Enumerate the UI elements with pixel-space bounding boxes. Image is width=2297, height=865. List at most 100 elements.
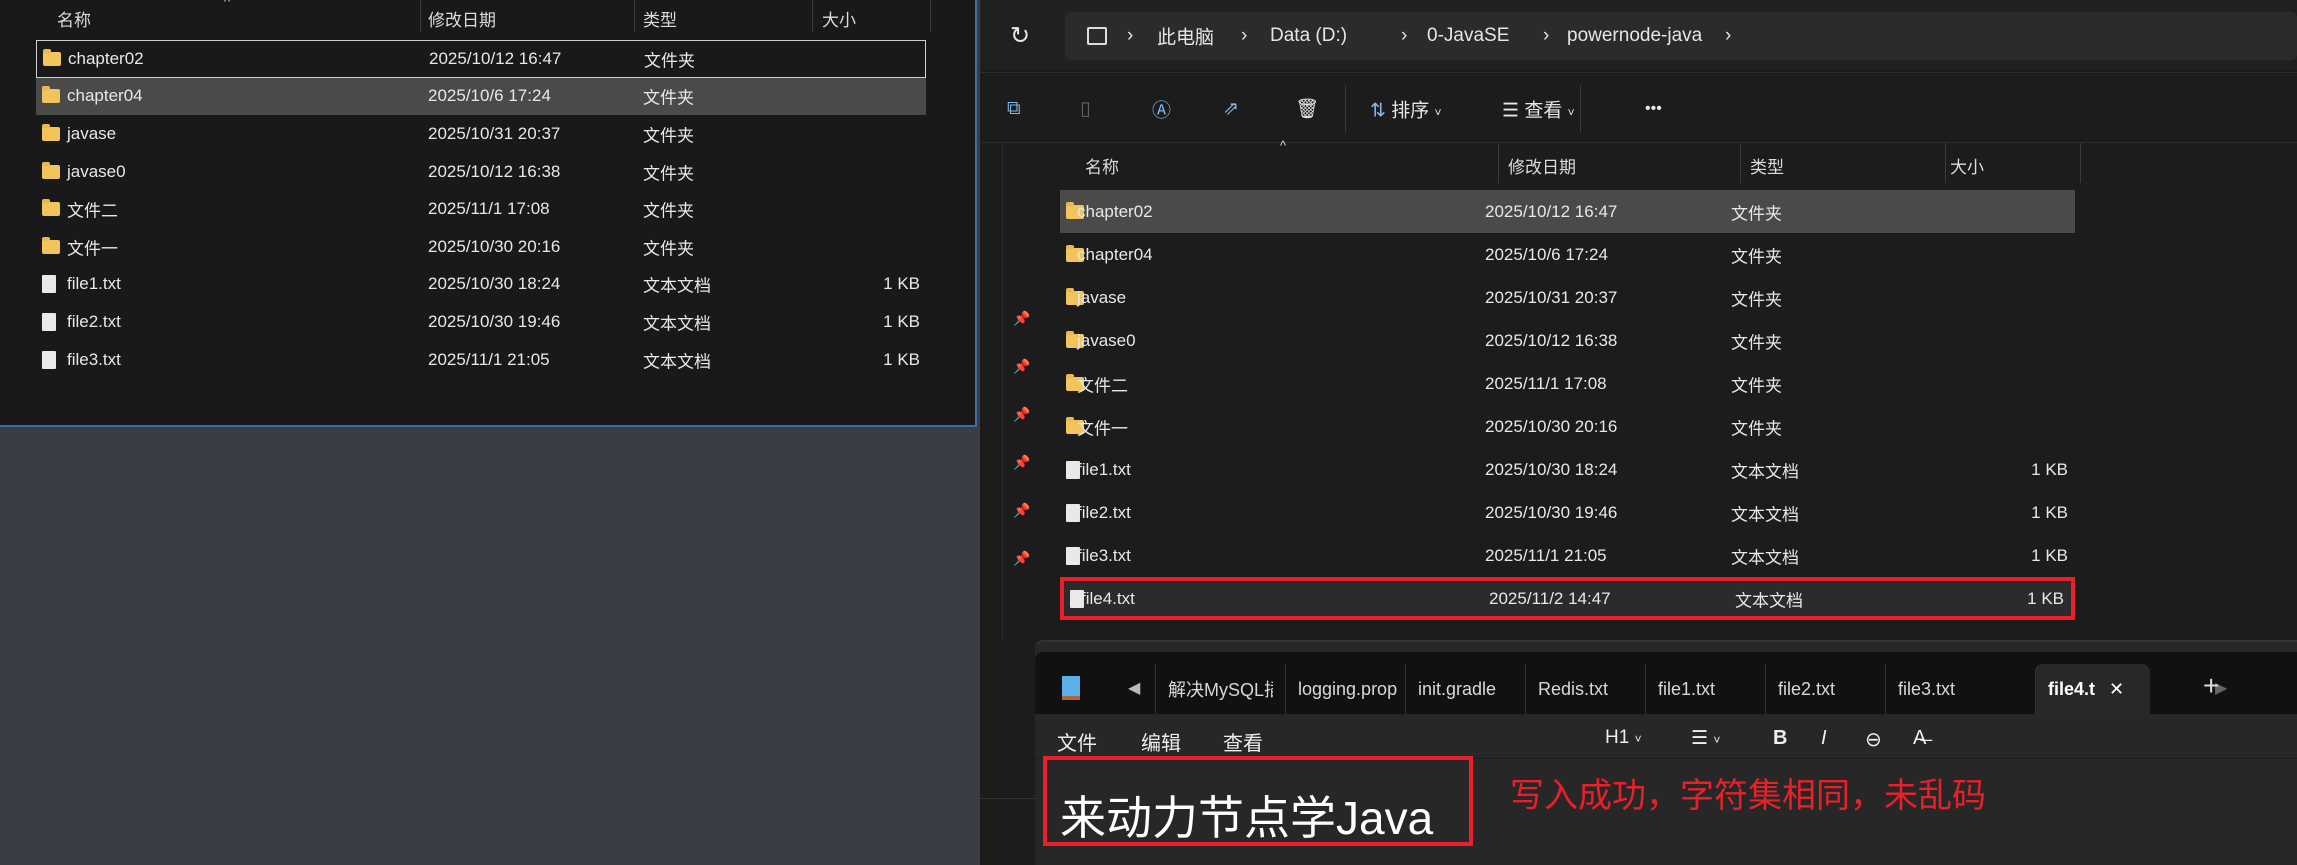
file-row[interactable]: 文件二 2025/11/1 17:08 文件夹 (36, 190, 926, 228)
file-date: 2025/10/12 16:47 (1485, 201, 1618, 221)
column-header-name[interactable]: 名称 (57, 6, 91, 31)
editor-content[interactable]: 来动力节点学Java (1060, 782, 1433, 848)
tab[interactable]: file1.txt (1645, 664, 1763, 714)
file-type: 文件夹 (643, 88, 694, 108)
menu-view[interactable]: 查看 (1223, 727, 1263, 756)
file-row[interactable]: file3.txt 2025/11/1 21:05 文本文档 1 KB (1060, 534, 2075, 577)
column-header-size[interactable]: 大小 (1950, 153, 1984, 178)
tab[interactable]: file2.txt (1765, 664, 1883, 714)
file-name: file1.txt (1077, 459, 1131, 479)
heading-label: H1 (1605, 727, 1630, 748)
menu-edit[interactable]: 编辑 (1141, 727, 1181, 756)
file-row[interactable]: javase 2025/10/31 20:37 文件夹 (1060, 276, 2075, 319)
more-options-button[interactable]: ••• (1645, 100, 1662, 118)
column-header-size[interactable]: 大小 (822, 6, 856, 31)
file-row[interactable]: 文件一 2025/10/30 20:16 文件夹 (1060, 405, 2075, 448)
file-size: 1 KB (883, 311, 920, 331)
file-date: 2025/10/30 18:24 (428, 274, 561, 294)
file-row[interactable]: file2.txt 2025/10/30 19:46 文本文档 1 KB (36, 303, 926, 341)
notepad-app-icon (1062, 676, 1080, 700)
column-header-date[interactable]: 修改日期 (1508, 153, 1576, 178)
file-row[interactable]: chapter04 2025/10/6 17:24 文件夹 (36, 77, 926, 116)
file-name: 文件一 (1077, 419, 1128, 438)
file-type: 文件夹 (1731, 376, 1782, 395)
tab[interactable]: file3.txt (1885, 664, 2003, 714)
file-date: 2025/11/1 17:08 (1485, 373, 1607, 393)
column-header-date[interactable]: 修改日期 (428, 6, 496, 31)
file-type: 文本文档 (1731, 462, 1799, 481)
pin-icon[interactable]: 📌 (1013, 406, 1030, 423)
italic-icon[interactable]: I (1821, 727, 1827, 750)
sort-button[interactable]: ⇅ 排序 ˅ (1370, 96, 1442, 123)
file-row[interactable]: file3.txt 2025/11/1 21:05 文本文档 1 KB (36, 341, 926, 379)
new-tab-button[interactable]: + (2203, 670, 2219, 702)
file-type: 文本文档 (643, 314, 711, 334)
file-row[interactable]: chapter02 2025/10/12 16:47 文件夹 (1060, 190, 2075, 233)
scroll-tabs-left-icon[interactable]: ◀ (1128, 678, 1140, 698)
pin-icon[interactable]: 📌 (1013, 358, 1030, 375)
file-date: 2025/10/30 19:46 (428, 311, 561, 331)
tab[interactable]: 解决MySQL插 (1155, 664, 1273, 714)
column-header-type[interactable]: 类型 (1750, 153, 1784, 178)
tab[interactable]: init.gradle (1405, 664, 1523, 714)
list-view-icon: ☰ (1502, 100, 1520, 122)
breadcrumb-item[interactable]: 此电脑 (1157, 23, 1214, 50)
text-file-icon (42, 350, 56, 369)
bold-icon[interactable]: B (1773, 727, 1787, 750)
file-date: 2025/11/1 17:08 (428, 199, 550, 219)
tab-active[interactable]: file4.t ✕ (2035, 664, 2150, 714)
file-row[interactable]: javase0 2025/10/12 16:38 文件夹 (36, 153, 926, 191)
file-row[interactable]: 文件一 2025/10/30 20:16 文件夹 (36, 228, 926, 266)
file-row[interactable]: 文件二 2025/11/1 17:08 文件夹 (1060, 362, 2075, 405)
menu-file[interactable]: 文件 (1057, 727, 1097, 756)
paste-icon[interactable]: ▯ (1080, 98, 1090, 121)
file-row[interactable]: file1.txt 2025/10/30 18:24 文本文档 1 KB (1060, 448, 2075, 491)
file-date: 2025/10/30 20:16 (428, 236, 561, 256)
chevron-right-icon[interactable]: › (1725, 25, 1731, 47)
breadcrumb-item[interactable]: powernode-java (1567, 25, 1702, 47)
breadcrumb-item[interactable]: Data (D:) (1270, 25, 1347, 47)
file-size: 1 KB (2027, 588, 2064, 608)
file-row[interactable]: file4.txt 2025/11/2 14:47 文本文档 1 KB (1060, 577, 2075, 620)
breadcrumb-item[interactable]: 0-JavaSE (1427, 25, 1509, 47)
sort-ascending-icon: ^ (224, 0, 231, 9)
close-tab-icon[interactable]: ✕ (2109, 679, 2124, 700)
spellcheck-icon[interactable]: A̶ (1913, 727, 1926, 750)
tab-label: file3.txt (1898, 678, 1956, 699)
file-date: 2025/10/12 16:38 (1485, 330, 1618, 350)
file-row[interactable]: file1.txt 2025/10/30 18:24 文本文档 1 KB (36, 266, 926, 304)
heading-dropdown[interactable]: H1 ˅ (1605, 727, 1642, 749)
tab[interactable]: logging.prop (1285, 664, 1403, 714)
tab[interactable]: Redis.txt (1525, 664, 1643, 714)
copy-icon[interactable]: ⧉ (1007, 98, 1021, 120)
share-icon[interactable]: ⇗ (1223, 98, 1239, 121)
file-type: 文件夹 (644, 51, 695, 71)
file-type: 文件夹 (1731, 247, 1782, 266)
computer-icon (1087, 27, 1107, 45)
refresh-icon[interactable]: ↻ (1010, 22, 1030, 51)
pin-icon[interactable]: 📌 (1013, 310, 1030, 327)
file-name: javase0 (67, 161, 126, 181)
address-bar[interactable]: › 此电脑 › Data (D:) › 0-JavaSE › powernode… (1065, 12, 2297, 60)
view-button[interactable]: ☰ 查看 ˅ (1502, 96, 1575, 123)
pin-icon[interactable]: 📌 (1013, 550, 1030, 567)
file-row[interactable]: file2.txt 2025/10/30 19:46 文本文档 1 KB (1060, 491, 2075, 534)
file-row[interactable]: javase 2025/10/31 20:37 文件夹 (36, 115, 926, 153)
file-date: 2025/10/31 20:37 (428, 123, 561, 143)
file-type: 文件夹 (1731, 419, 1782, 438)
pin-icon[interactable]: 📌 (1013, 454, 1030, 471)
column-header-name[interactable]: 名称 (1085, 153, 1119, 178)
rename-icon[interactable]: Ⓐ (1152, 96, 1171, 123)
file-row[interactable]: javase0 2025/10/12 16:38 文件夹 (1060, 319, 2075, 362)
annotation-text: 写入成功，字符集相同，未乱码 (1510, 777, 1986, 815)
file-name: javase (1077, 287, 1127, 307)
link-icon[interactable]: ⊖ (1865, 727, 1882, 752)
file-row[interactable]: chapter02 2025/10/12 16:47 文件夹 (36, 40, 926, 78)
file-row[interactable]: chapter04 2025/10/6 17:24 文件夹 (1060, 233, 2075, 276)
delete-icon[interactable]: 🗑 (1295, 97, 1319, 121)
sort-ascending-icon: ^ (1280, 138, 1287, 153)
column-header-type[interactable]: 类型 (643, 6, 677, 31)
list-dropdown-icon[interactable]: ☰ ˅ (1691, 727, 1720, 750)
pin-icon[interactable]: 📌 (1013, 502, 1030, 519)
tab-label: init.gradle (1418, 678, 1497, 699)
